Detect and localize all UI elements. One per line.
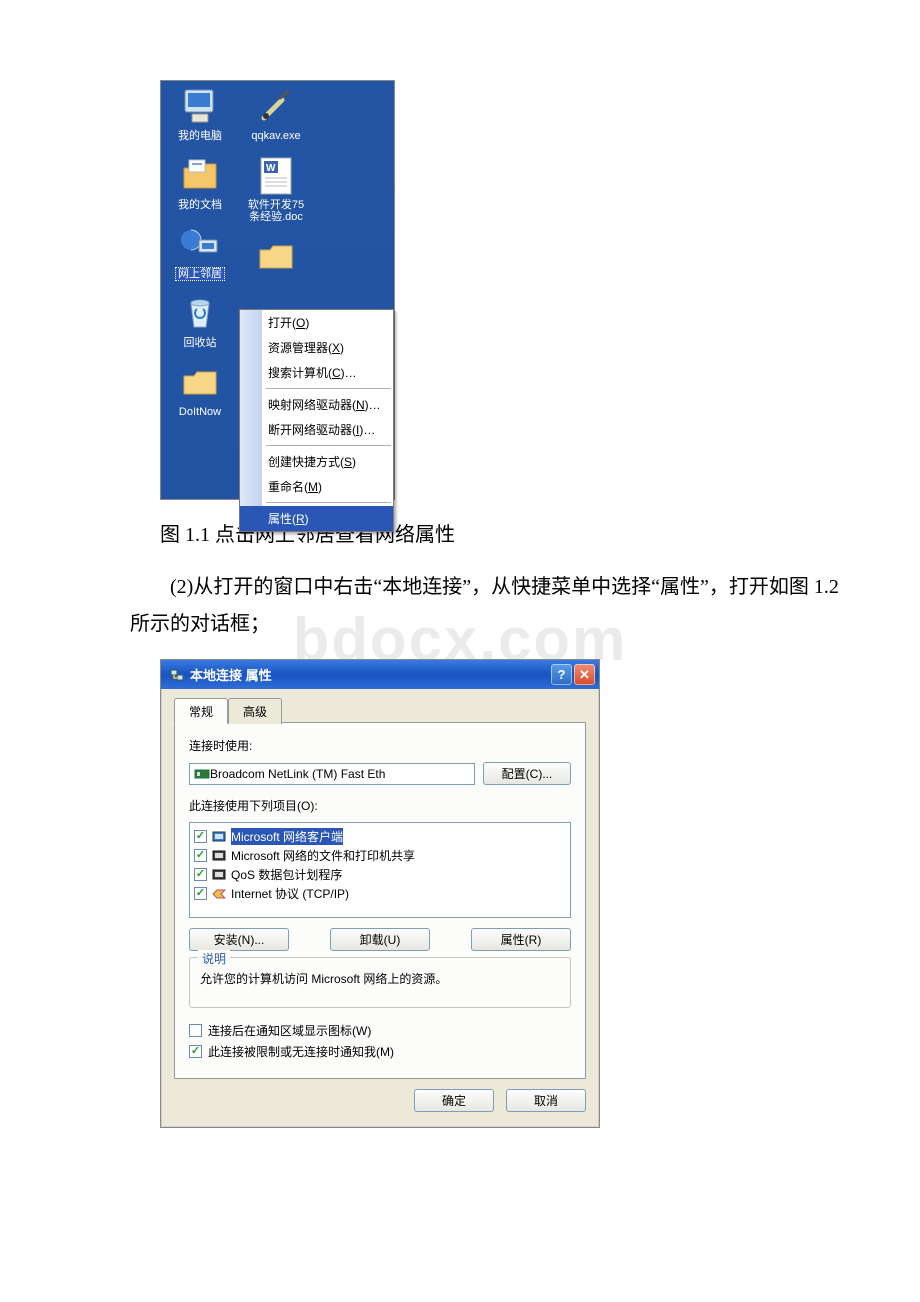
my-documents-icon[interactable]: 我的文档	[165, 156, 235, 211]
description-text: 允许您的计算机访问 Microsoft 网络上的资源。	[200, 972, 447, 986]
svg-text:W: W	[266, 163, 276, 174]
checkbox-label: 此连接被限制或无连接时通知我(M)	[208, 1043, 394, 1060]
icon-label: qqkav.exe	[251, 130, 300, 142]
list-item-label: Internet 协议 (TCP/IP)	[231, 885, 349, 902]
connect-using-label: 连接时使用:	[189, 737, 571, 754]
icon-label: 我的电脑	[178, 130, 222, 142]
list-item-label: QoS 数据包计划程序	[231, 866, 342, 883]
icon-label: DoItNow	[179, 406, 221, 418]
desktop-screenshot: 我的电脑 我的文档	[160, 80, 395, 500]
desktop-col-left: 我的电脑 我的文档	[165, 87, 235, 432]
doitnow-folder-icon[interactable]: DoItNow	[165, 363, 235, 418]
components-list[interactable]: ✓ Microsoft 网络客户端 ✓ Microsoft 网络的文件和打印机共…	[189, 822, 571, 918]
ctx-create-shortcut[interactable]: 创建快捷方式(S)	[240, 449, 393, 474]
desktop-col-right: qqkav.exe W 软件开发75 条经验.doc	[241, 87, 311, 294]
show-tray-checkbox-row[interactable]: ✓ 连接后在通知区域显示图标(W)	[189, 1022, 571, 1039]
ctx-map-drive[interactable]: 映射网络驱动器(N)…	[240, 392, 393, 417]
qos-icon	[211, 867, 227, 883]
icon-label: 网上邻居	[176, 268, 224, 280]
ctx-explorer[interactable]: 资源管理器(X)	[240, 335, 393, 360]
icon-label: 我的文档	[178, 199, 222, 211]
tab-general[interactable]: 常规	[174, 698, 228, 724]
folder-icon	[179, 363, 221, 403]
tab-page-general: 连接时使用: Broadcom NetLink (TM) Fast Eth 配置…	[174, 722, 586, 1079]
ctx-properties[interactable]: 属性(R)	[240, 506, 393, 531]
documents-icon	[179, 156, 221, 196]
ctx-disconnect-drive[interactable]: 断开网络驱动器(I)…	[240, 417, 393, 442]
checkbox-label: 连接后在通知区域显示图标(W)	[208, 1022, 371, 1039]
ctx-separator	[266, 388, 391, 389]
checkbox-icon[interactable]: ✓	[194, 849, 207, 862]
network-icon	[179, 225, 221, 265]
connection-properties-dialog: 本地连接 属性 ? ✕ 常规 高级 连接时使用:	[160, 659, 600, 1128]
list-item[interactable]: ✓ QoS 数据包计划程序	[192, 865, 568, 884]
list-item[interactable]: ✓ Internet 协议 (TCP/IP)	[192, 884, 568, 903]
network-neighborhood-icon[interactable]: 网上邻居	[165, 225, 235, 280]
ctx-rename[interactable]: 重命名(M)	[240, 474, 393, 499]
dialog-help-button[interactable]: ?	[551, 664, 572, 685]
my-computer-icon[interactable]: 我的电脑	[165, 87, 235, 142]
ok-button[interactable]: 确定	[414, 1089, 494, 1112]
list-item-label: Microsoft 网络客户端	[231, 828, 343, 845]
lan-connection-icon	[169, 667, 185, 683]
install-button[interactable]: 安装(N)...	[189, 928, 289, 951]
document-page: 我的电脑 我的文档	[40, 80, 880, 1128]
ctx-open[interactable]: 打开(O)	[240, 310, 393, 335]
tab-advanced[interactable]: 高级	[228, 698, 282, 724]
checkbox-icon[interactable]: ✓	[189, 1045, 202, 1058]
checkbox-icon[interactable]: ✓	[194, 887, 207, 900]
properties-button[interactable]: 属性(R)	[471, 928, 571, 951]
folder-icon	[255, 237, 297, 277]
uninstall-button[interactable]: 卸载(U)	[330, 928, 430, 951]
checkbox-icon[interactable]: ✓	[189, 1024, 202, 1037]
list-item[interactable]: ✓ Microsoft 网络客户端	[192, 827, 568, 846]
unnamed-folder-icon[interactable]	[241, 237, 311, 280]
word-doc-icon: W	[255, 156, 297, 196]
computer-icon	[179, 87, 221, 127]
checkbox-icon[interactable]: ✓	[194, 868, 207, 881]
adapter-field: Broadcom NetLink (TM) Fast Eth	[189, 763, 475, 785]
icon-label: 回收站	[184, 337, 217, 349]
nic-icon	[194, 766, 210, 782]
checkbox-icon[interactable]: ✓	[194, 830, 207, 843]
cancel-button[interactable]: 取消	[506, 1089, 586, 1112]
adapter-row: Broadcom NetLink (TM) Fast Eth 配置(C)...	[189, 762, 571, 785]
tab-strip: 常规 高级	[174, 697, 586, 723]
adapter-text: Broadcom NetLink (TM) Fast Eth	[210, 767, 385, 781]
tcpip-icon	[211, 886, 227, 902]
dialog-titlebar[interactable]: 本地连接 属性 ? ✕	[161, 660, 599, 689]
component-buttons: 安装(N)... 卸载(U) 属性(R)	[189, 928, 571, 951]
description-group: 说明 允许您的计算机访问 Microsoft 网络上的资源。	[189, 957, 571, 1008]
ctx-separator	[266, 502, 391, 503]
bin-icon	[179, 294, 221, 334]
group-legend: 说明	[198, 950, 230, 967]
icon-label: 软件开发75 条经验.doc	[248, 199, 304, 223]
notify-limited-checkbox-row[interactable]: ✓ 此连接被限制或无连接时通知我(M)	[189, 1043, 571, 1060]
ctx-search-computer[interactable]: 搜索计算机(C)…	[240, 360, 393, 385]
uses-items-label: 此连接使用下列项目(O):	[189, 797, 571, 814]
configure-button[interactable]: 配置(C)...	[483, 762, 571, 785]
recycle-bin-icon[interactable]: 回收站	[165, 294, 235, 349]
context-menu: 打开(O) 资源管理器(X) 搜索计算机(C)… 映射网络驱动器(N)… 断开网…	[239, 309, 394, 532]
ctx-separator	[266, 445, 391, 446]
share-icon	[211, 848, 227, 864]
client-icon	[211, 829, 227, 845]
list-item[interactable]: ✓ Microsoft 网络的文件和打印机共享	[192, 846, 568, 865]
dialog-body: 常规 高级 连接时使用: Broadcom NetLink (TM) Fast …	[161, 689, 599, 1127]
dev-doc-icon[interactable]: W 软件开发75 条经验.doc	[241, 156, 311, 223]
syringe-icon	[255, 87, 297, 127]
dialog-close-button[interactable]: ✕	[574, 664, 595, 685]
list-item-label: Microsoft 网络的文件和打印机共享	[231, 847, 415, 864]
qqkav-exe-icon[interactable]: qqkav.exe	[241, 87, 311, 142]
dialog-title-text: 本地连接 属性	[190, 665, 272, 684]
body-paragraph: (2)从打开的窗口中右击“本地连接”，从快捷菜单中选择“属性”，打开如图 1.2…	[40, 569, 880, 643]
dialog-footer: 确定 取消	[174, 1079, 586, 1112]
